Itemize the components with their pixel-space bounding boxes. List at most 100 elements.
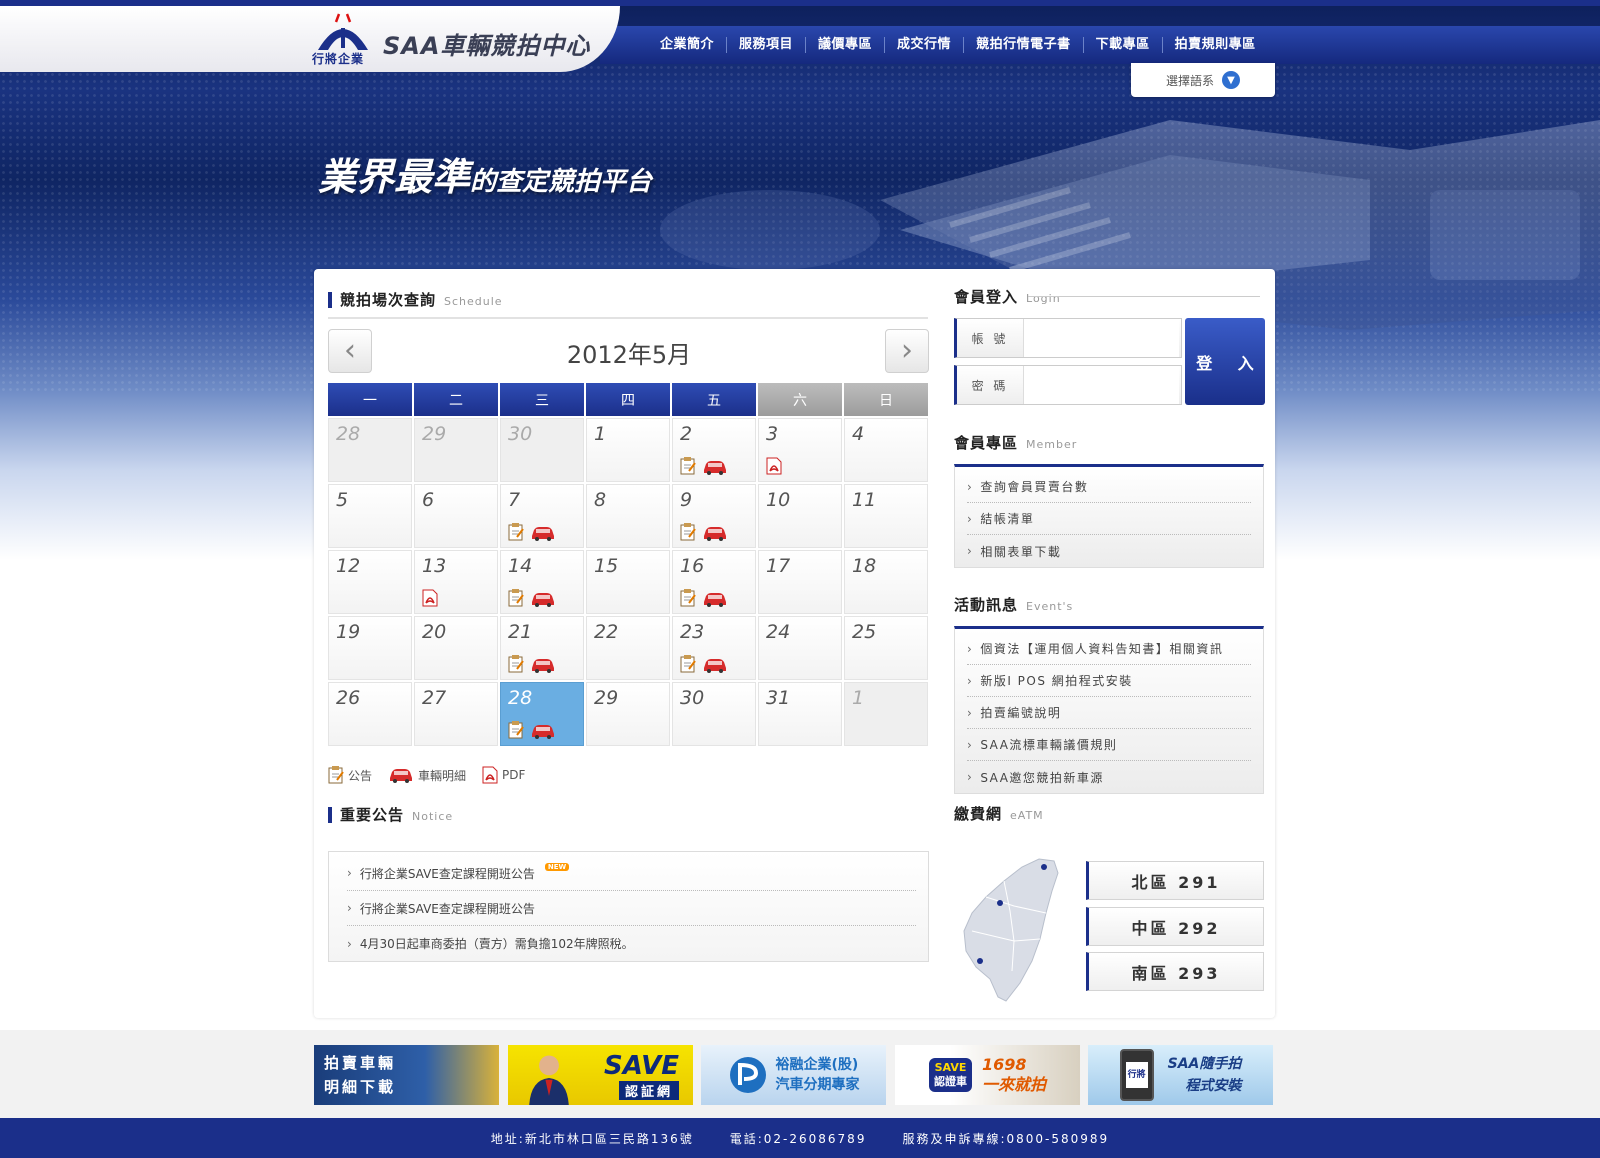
notice-icon[interactable] [680,655,696,673]
password-input[interactable] [1023,366,1179,404]
calendar-day[interactable]: 22 [586,616,670,680]
nav-item-downloads[interactable]: 下載專區 [1084,37,1163,53]
nav-item-negotiation[interactable]: 議價專區 [806,37,886,53]
pdf-icon [482,766,498,784]
notice-item-text[interactable]: 行將企業SAVE查定課程開班公告 [360,900,535,917]
calendar-day[interactable]: 7 [500,484,584,548]
notice-icon[interactable] [508,721,524,739]
calendar-day[interactable]: 20 [414,616,498,680]
notice-item-text[interactable]: 4月30日起車商委拍（賣方）需負擔102年牌照稅。 [360,935,634,952]
calendar-day[interactable]: 6 [414,484,498,548]
car-icon[interactable] [702,657,728,673]
calendar-day[interactable]: 9 [672,484,756,548]
day-icons [422,589,438,607]
nav-item-rules[interactable]: 拍賣規則專區 [1163,37,1268,53]
notice-icon[interactable] [508,655,524,673]
notice-icon[interactable] [680,523,696,541]
calendar-day[interactable]: 16 [672,550,756,614]
event-link[interactable]: › 拍賣編號說明 [967,697,1251,729]
car-icon[interactable] [530,591,556,607]
notice-item[interactable]: › 行將企業SAVE查定課程開班公告 [347,891,916,926]
car-icon[interactable] [702,525,728,541]
events-title: 活動訊息 [954,596,1019,614]
calendar-day[interactable]: 2 [672,418,756,482]
event-link-text[interactable]: SAA邀您競拍新車源 [980,769,1104,786]
car-icon[interactable] [530,657,556,673]
calendar-day[interactable]: 18 [844,550,928,614]
calendar-day[interactable]: 12 [328,550,412,614]
calendar-day[interactable]: 30 [672,682,756,746]
car-icon[interactable] [702,459,728,475]
calendar-day[interactable]: 31 [758,682,842,746]
region-south-button[interactable]: 南區 293 [1086,952,1264,991]
calendar-day[interactable]: 1 [844,682,928,746]
next-month-button[interactable]: › [885,329,929,373]
region-central-button[interactable]: 中區 292 [1086,907,1264,946]
pdf-icon[interactable] [766,457,782,475]
pdf-icon[interactable] [422,589,438,607]
calendar-day[interactable]: 26 [328,682,412,746]
calendar-day[interactable]: 23 [672,616,756,680]
event-link[interactable]: › SAA邀您競拍新車源 [967,761,1251,793]
member-link-text[interactable]: 結帳清單 [980,510,1034,527]
notice-icon[interactable] [680,589,696,607]
notice-item[interactable]: › 行將企業SAVE查定課程開班公告 NEW [347,856,916,891]
banner-yulon-finance[interactable]: 裕融企業(股) 汽車分期專家 [701,1045,886,1105]
account-input[interactable] [1023,319,1179,357]
site-title[interactable]: SAA車輛競拍中心 [383,26,590,61]
calendar-day[interactable]: 5 [328,484,412,548]
car-icon[interactable] [702,591,728,607]
event-link-text[interactable]: 新版I POS 網拍程式安裝 [980,672,1132,689]
event-link[interactable]: › 個資法【運用個人資料告知書】相關資訊 [967,633,1251,665]
member-link-text[interactable]: 相關表單下載 [980,543,1061,560]
event-link[interactable]: › 新版I POS 網拍程式安裝 [967,665,1251,697]
event-link-text[interactable]: 個資法【運用個人資料告知書】相關資訊 [980,640,1223,657]
member-link[interactable]: › 結帳清單 [967,503,1251,535]
banner-vehicle-list-download[interactable]: 拍賣車輛 明細下載 [314,1045,499,1105]
calendar-day[interactable]: 14 [500,550,584,614]
car-icon[interactable] [530,723,556,739]
member-link-text[interactable]: 查詢會員買賣台數 [980,478,1088,495]
notice-icon[interactable] [508,589,524,607]
nav-item-about[interactable]: 企業簡介 [648,37,728,53]
calendar-day[interactable]: 8 [586,484,670,548]
banner-saa-mobile-app[interactable]: 行將 SAA隨手拍 程式安裝 [1088,1045,1273,1105]
event-link-text[interactable]: SAA流標車輛議價規則 [980,736,1117,753]
calendar-day[interactable]: 30 [500,418,584,482]
nav-item-services[interactable]: 服務項目 [727,37,807,53]
member-link[interactable]: › 相關表單下載 [967,535,1251,567]
login-button[interactable]: 登 入 [1185,318,1265,405]
notice-item[interactable]: › 4月30日起車商委拍（賣方）需負擔102年牌照稅。 [347,926,916,961]
calendar-day[interactable]: 13 [414,550,498,614]
notice-icon[interactable] [508,523,524,541]
calendar-day[interactable]: 21 [500,616,584,680]
notice-icon[interactable] [680,457,696,475]
event-link[interactable]: › SAA流標車輛議價規則 [967,729,1251,761]
calendar-day[interactable]: 25 [844,616,928,680]
calendar-day[interactable]: 24 [758,616,842,680]
calendar-day[interactable]: 11 [844,484,928,548]
calendar-day-today[interactable]: 28 [500,682,584,746]
region-north-button[interactable]: 北區 291 [1086,861,1264,900]
calendar-day[interactable]: 4 [844,418,928,482]
calendar-day[interactable]: 15 [586,550,670,614]
banner-save-certification[interactable]: SAVE 認証網 [508,1045,693,1105]
banner-1698[interactable]: SAVE 認證車 1698 一來就拍 [895,1045,1080,1105]
language-selector[interactable]: 選擇語系 ▼ [1131,63,1275,97]
calendar-day[interactable]: 17 [758,550,842,614]
calendar-day[interactable]: 29 [586,682,670,746]
nav-item-ebook[interactable]: 競拍行情電子書 [964,37,1084,53]
calendar-day[interactable]: 1 [586,418,670,482]
calendar-day[interactable]: 10 [758,484,842,548]
calendar-day[interactable]: 27 [414,682,498,746]
nav-item-transactions[interactable]: 成交行情 [885,37,965,53]
member-link[interactable]: › 查詢會員買賣台數 [967,471,1251,503]
car-icon[interactable] [530,525,556,541]
notice-item-text[interactable]: 行將企業SAVE查定課程開班公告 [360,865,535,882]
calendar-day[interactable]: 29 [414,418,498,482]
prev-month-button[interactable]: ‹ [328,329,372,373]
event-link-text[interactable]: 拍賣編號說明 [980,704,1061,721]
calendar-day[interactable]: 19 [328,616,412,680]
calendar-day[interactable]: 3 [758,418,842,482]
calendar-day[interactable]: 28 [328,418,412,482]
